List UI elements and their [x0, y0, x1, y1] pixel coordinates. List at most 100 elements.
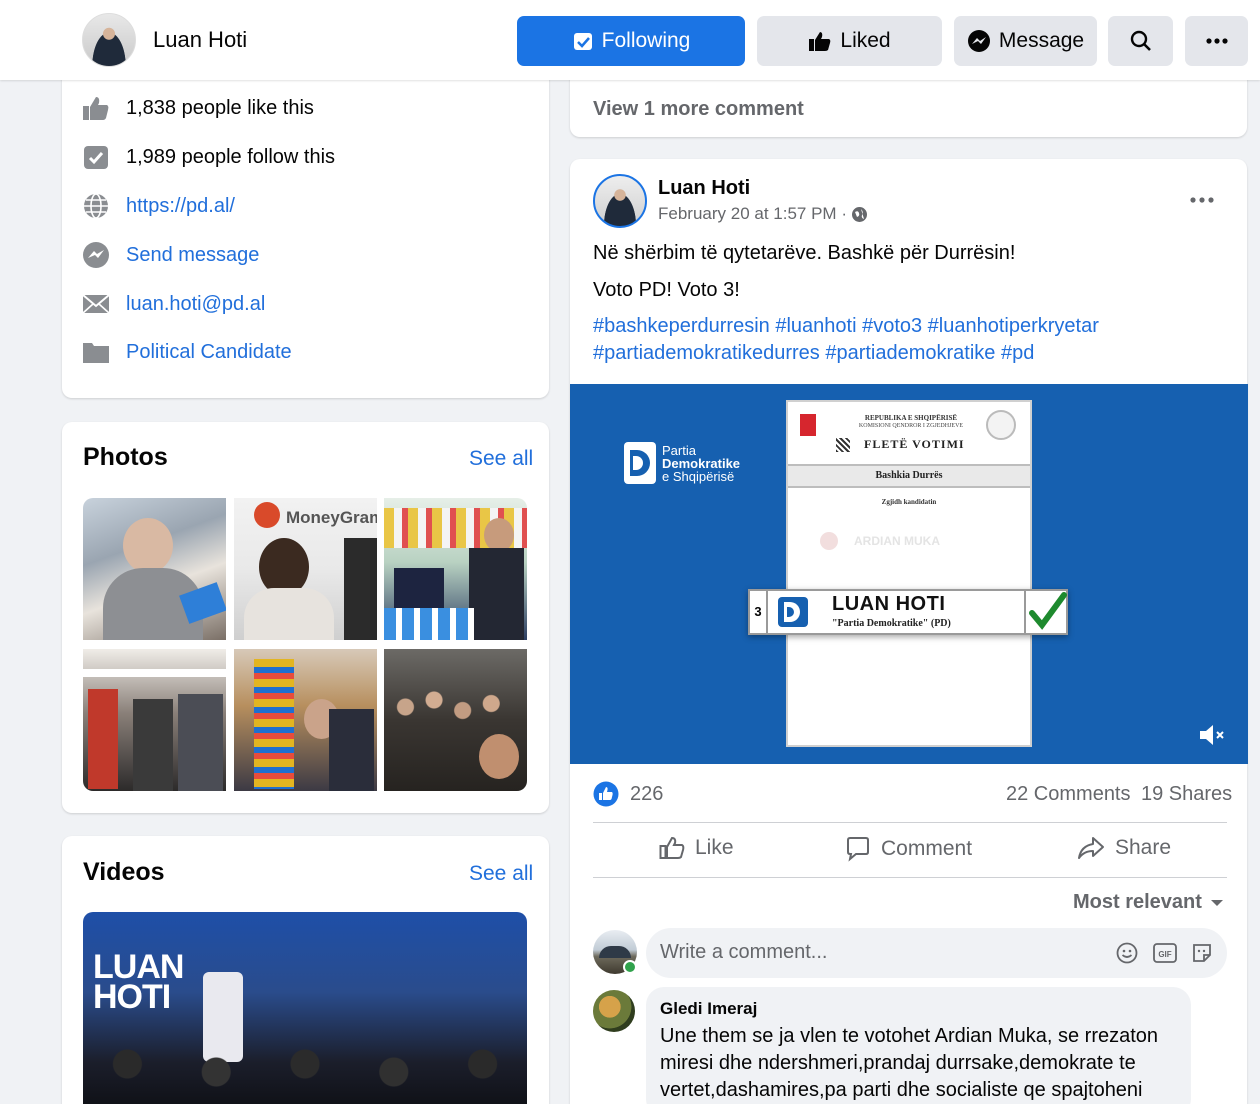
- share-action-label: Share: [1115, 836, 1172, 859]
- commenter-avatar[interactable]: [593, 990, 635, 1032]
- comment-author[interactable]: Gledi Imeraj: [660, 999, 757, 1019]
- party-name: Partia Demokratike e Shqipërisë: [662, 444, 740, 483]
- share-action-button[interactable]: Share: [1077, 836, 1171, 860]
- post-text-line2: Voto PD! Voto 3!: [593, 279, 740, 301]
- comment-sort-dropdown[interactable]: Most relevant: [1073, 891, 1224, 914]
- svg-text:GIF: GIF: [1158, 950, 1171, 959]
- intro-email-row: luan.hoti@pd.al: [82, 290, 265, 318]
- post-options-button[interactable]: [1190, 190, 1214, 208]
- intro-follows-row: 1,989 people follow this: [82, 143, 335, 171]
- party-logo-icon: [624, 442, 656, 484]
- ballot-municipality: Bashkia Durrës: [875, 470, 943, 481]
- comment-text-line: Une them se ja vlen te votohet Ardian Mu…: [660, 1025, 1159, 1047]
- video-thumbnail[interactable]: LUAN HOTI: [83, 912, 527, 1104]
- photos-title: Photos: [83, 443, 168, 471]
- post-text-line1: Në shërbim të qytetarëve. Bashkë për Dur…: [593, 242, 1016, 264]
- intro-email-link[interactable]: luan.hoti@pd.al: [126, 293, 265, 316]
- comment-text: Une them se ja vlen te votohet Ardian Mu…: [660, 1023, 1158, 1104]
- message-label: Message: [998, 29, 1085, 52]
- ballot-faded-candidate: ARDIAN MUKA: [854, 534, 940, 548]
- ballot-title: FLETË VOTIMI: [864, 437, 965, 451]
- post-author-avatar[interactable]: [593, 174, 647, 228]
- vote-box: [1024, 591, 1067, 633]
- post-meta: February 20 at 1:57 PM ·: [658, 204, 868, 224]
- videos-title: Videos: [83, 858, 165, 886]
- comment-input-placeholder: Write a comment...: [660, 941, 828, 963]
- thumbs-up-outline-icon: [659, 836, 685, 859]
- search-button[interactable]: [1108, 16, 1173, 66]
- online-status-indicator: [623, 960, 637, 974]
- photo-thumbnail[interactable]: MoneyGram: [234, 498, 377, 640]
- sticker-icon[interactable]: [1191, 942, 1213, 964]
- comments-count[interactable]: 22 Comments: [1006, 783, 1131, 806]
- thumbs-up-icon: [809, 32, 831, 51]
- intro-message-row: Send message: [82, 241, 259, 269]
- following-label: Following: [601, 29, 691, 52]
- intro-category-row: Political Candidate: [82, 338, 292, 366]
- photo-thumbnail[interactable]: [384, 498, 527, 640]
- like-action-button[interactable]: Like: [659, 836, 734, 860]
- ballot-choose-label: Zgjidh kandidatin: [881, 498, 937, 506]
- public-globe-icon: [851, 206, 867, 222]
- caret-down-icon: [1210, 899, 1223, 906]
- following-check-icon: [573, 33, 592, 50]
- party-line3: e Shqipërisë: [662, 469, 735, 484]
- comment-action-label: Comment: [881, 837, 973, 860]
- liked-button[interactable]: Liked: [757, 16, 942, 66]
- reaction-like-icon[interactable]: [593, 781, 619, 812]
- comment-bubble: Gledi Imeraj Une them se ja vlen te voto…: [646, 987, 1191, 1104]
- more-dots-icon: [1205, 38, 1228, 44]
- checkmark-icon: [1029, 592, 1067, 630]
- message-button[interactable]: Message: [954, 16, 1097, 66]
- comment-action-button[interactable]: Comment: [845, 836, 972, 862]
- candidate-row: 3 LUAN HOTI "Partia Demokratike" (PD): [748, 589, 1068, 635]
- view-more-comments-link[interactable]: View 1 more comment: [593, 98, 804, 121]
- candidate-party-logo-icon: [778, 597, 808, 627]
- ballot-header2: KOMISIONI QENDROR I ZGJEDHJEVE: [858, 423, 964, 429]
- speaker-muted-icon: [1200, 725, 1224, 745]
- videos-see-all-link[interactable]: See all: [469, 862, 533, 886]
- gif-icon[interactable]: GIF: [1153, 942, 1177, 964]
- comment-bubble-icon: [847, 837, 869, 862]
- like-action-label: Like: [695, 836, 734, 859]
- send-message-link[interactable]: Send message: [126, 244, 259, 267]
- share-arrow-icon: [1078, 837, 1104, 859]
- messenger-icon: [83, 242, 109, 268]
- post-author-name[interactable]: Luan Hoti: [658, 177, 750, 200]
- more-options-button[interactable]: [1185, 16, 1248, 66]
- candidate-number: 3: [750, 591, 768, 633]
- photos-see-all-link[interactable]: See all: [469, 447, 533, 471]
- hashtags-line1[interactable]: #bashkeperdurresin #luanhoti #voto3 #lua…: [593, 313, 1213, 340]
- search-icon: [1130, 30, 1151, 51]
- comment-text-line: vertet,dashamires,pa parti dhe socialist…: [660, 1079, 1143, 1101]
- reactions-count[interactable]: 226: [630, 783, 663, 806]
- photo-thumbnail[interactable]: [83, 498, 226, 640]
- hashtags-line2[interactable]: #partiademokratikedurres #partiademokrat…: [593, 340, 1213, 367]
- comment-text-line: miresi dhe ndershmeri,prandaj durrsake,d…: [660, 1052, 1136, 1074]
- page-avatar[interactable]: [82, 13, 136, 67]
- messenger-icon: [967, 30, 990, 52]
- mute-button[interactable]: [1197, 722, 1227, 753]
- post-video-media[interactable]: Partia Demokratike e Shqipërisë REPUBLIK…: [570, 384, 1248, 764]
- post-date[interactable]: February 20 at 1:57 PM ·: [658, 204, 847, 224]
- like-count-icon: [83, 97, 109, 120]
- comment-sort-label: Most relevant: [1073, 891, 1202, 913]
- following-button[interactable]: Following: [517, 16, 745, 66]
- emoji-icon[interactable]: [1116, 942, 1138, 964]
- ballot-paper: REPUBLIKA E SHQIPËRISË KOMISIONI QENDROR…: [786, 400, 1032, 747]
- intro-likes-row: 1,838 people like this: [82, 94, 314, 122]
- photo-thumbnail[interactable]: [234, 649, 377, 791]
- intro-website-link[interactable]: https://pd.al/: [126, 195, 235, 218]
- category-folder-icon: [83, 343, 109, 363]
- liked-label: Liked: [840, 29, 891, 52]
- globe-icon: [84, 193, 108, 219]
- intro-category-link[interactable]: Political Candidate: [126, 341, 292, 364]
- page-name[interactable]: Luan Hoti: [153, 27, 247, 53]
- shares-count[interactable]: 19 Shares: [1141, 783, 1232, 806]
- intro-follows-text: 1,989 people follow this: [126, 145, 336, 168]
- photo-thumbnail[interactable]: [83, 649, 226, 791]
- envelope-icon: [82, 294, 110, 314]
- photo-thumbnail[interactable]: [384, 649, 527, 791]
- like-reaction-icon: [593, 781, 619, 807]
- comment-input[interactable]: Write a comment... GIF: [646, 928, 1227, 978]
